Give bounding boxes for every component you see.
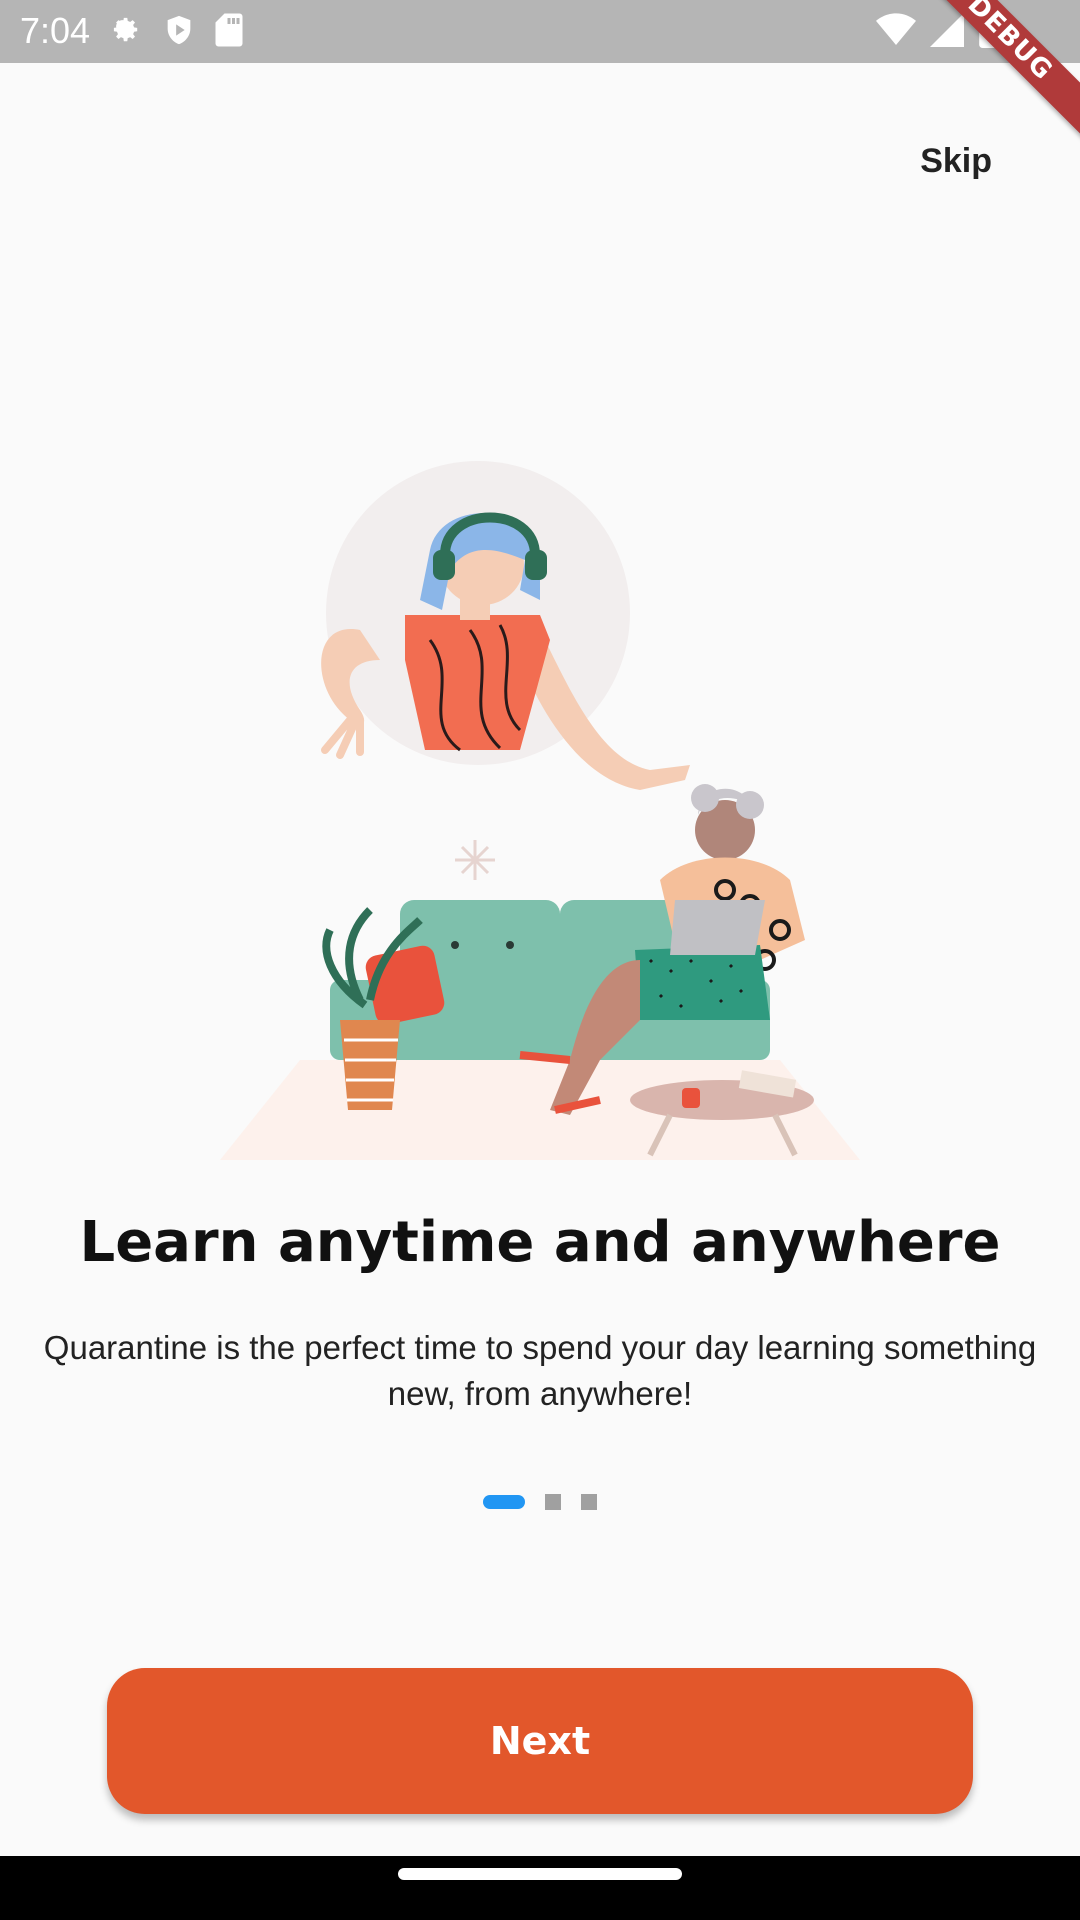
skip-button[interactable]: Skip (920, 142, 992, 181)
page-dot (581, 1494, 597, 1510)
status-time: 7:04 (20, 10, 91, 51)
next-button[interactable]: Next (107, 1668, 973, 1814)
status-icons-left (108, 12, 244, 48)
page-dot-active (483, 1495, 525, 1509)
wifi-icon (876, 13, 916, 46)
home-gesture-handle[interactable] (398, 1868, 682, 1880)
sd-card-icon (215, 13, 243, 47)
shield-icon (167, 15, 191, 45)
page-indicator (0, 1494, 1080, 1510)
gear-icon (113, 17, 138, 42)
onboarding-illustration (220, 461, 860, 1160)
page-title: Learn anytime and anywhere (79, 1210, 1001, 1275)
signal-icon (930, 13, 964, 47)
page-dot (545, 1494, 561, 1510)
navigation-bar (0, 1856, 1080, 1920)
page-subtitle: Quarantine is the perfect time to spend … (43, 1329, 1037, 1412)
status-bar: 7:04 (0, 0, 1080, 63)
